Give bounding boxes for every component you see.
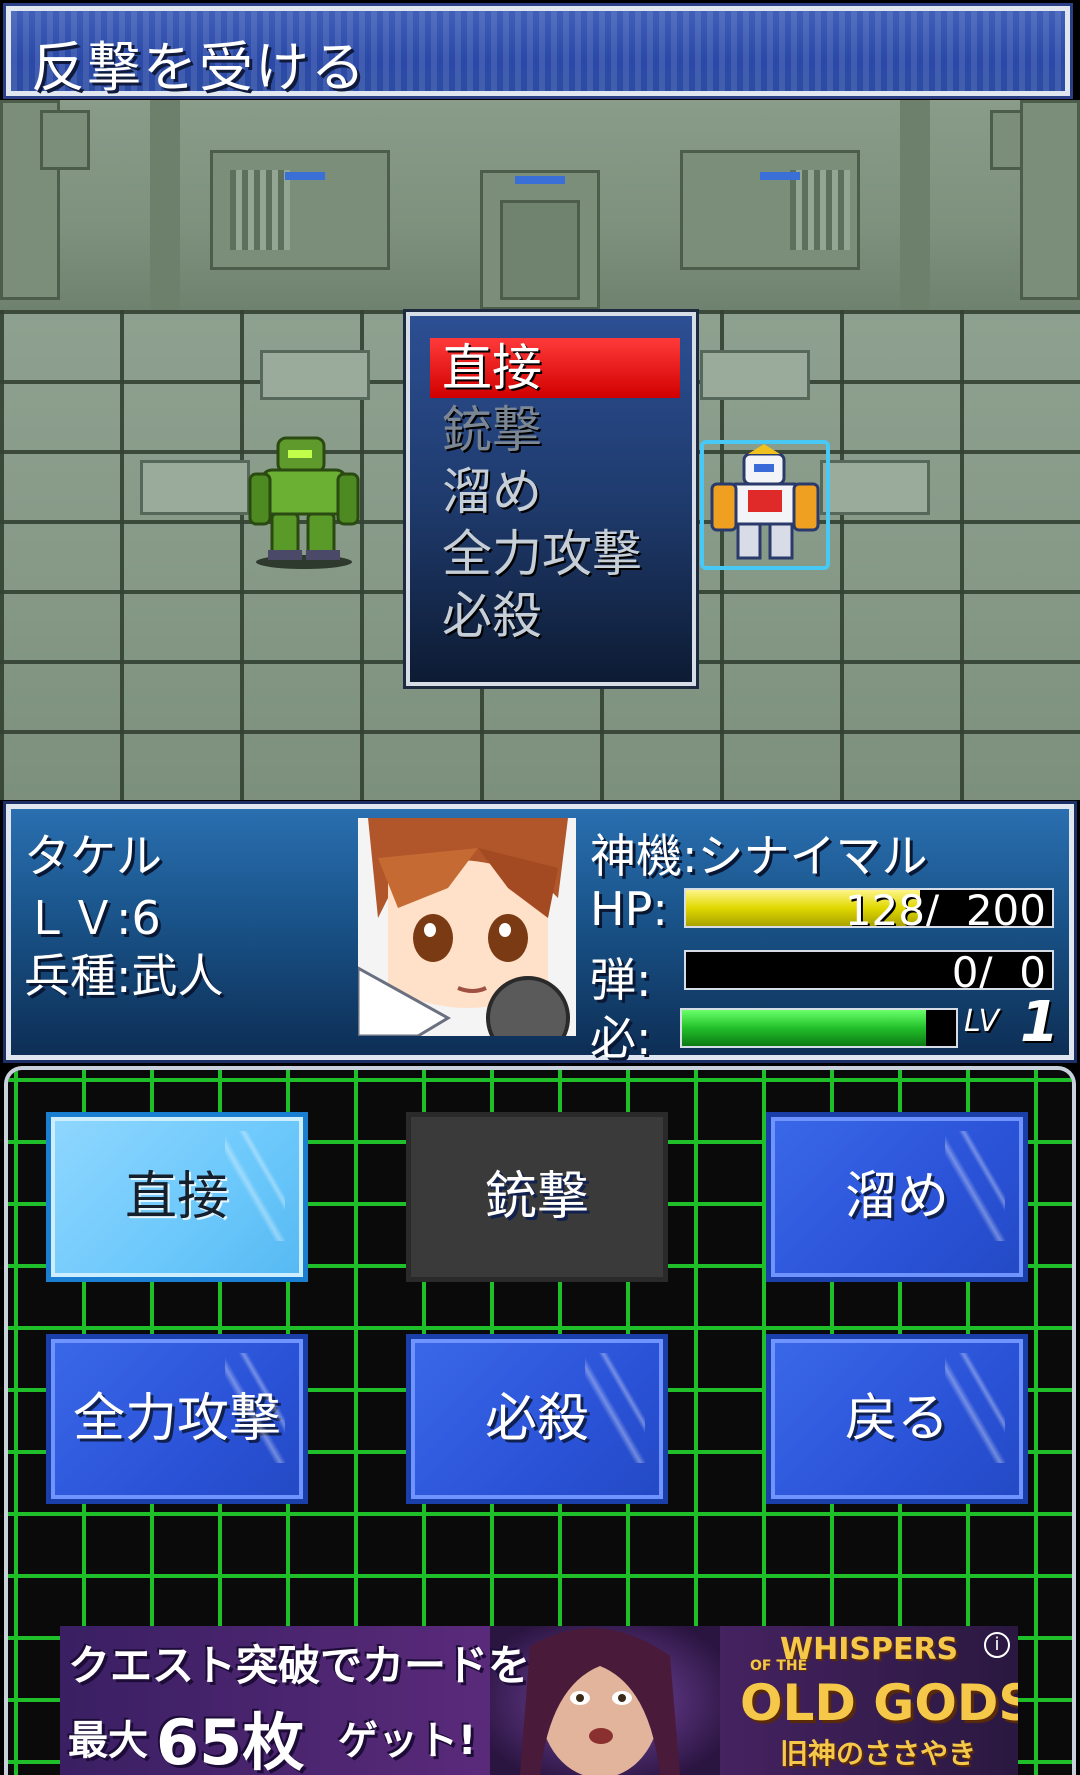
hp-label: HP: xyxy=(590,882,668,936)
title-bar: 反撃を受ける xyxy=(3,3,1073,99)
battle-title: 反撃を受ける xyxy=(31,36,367,99)
direct-attack-button[interactable]: 直接 xyxy=(46,1112,308,1282)
ad-logo-small: OF THE xyxy=(750,1658,808,1674)
full-attack-button[interactable]: 全力攻撃 xyxy=(46,1334,308,1504)
battle-command-menu: 直接 銃撃 溜め 全力攻撃 必殺 xyxy=(403,309,699,689)
player-robot-sprite xyxy=(700,440,830,570)
hp-value: 128/ 200 xyxy=(844,888,1046,928)
menu-item-full-attack[interactable]: 全力攻撃 xyxy=(430,524,680,584)
ammo-value: 0/ 0 xyxy=(951,950,1046,990)
pilot-portrait xyxy=(358,818,576,1036)
ad-info-icon[interactable]: i xyxy=(984,1632,1010,1658)
special-attack-button[interactable]: 必殺 xyxy=(406,1334,668,1504)
ad-headline: クエスト突破でカードを xyxy=(68,1641,531,1690)
ad-logo-subtitle: 旧神のささやき xyxy=(780,1737,977,1770)
charge-button[interactable]: 溜め xyxy=(766,1112,1028,1282)
ad-banner[interactable]: クエスト突破でカードを 最大 65枚 ゲット! WHISPERS OF THE … xyxy=(60,1626,1018,1775)
hp-bar: 128/ 200 xyxy=(684,888,1054,928)
menu-item-charge[interactable]: 溜め xyxy=(430,462,680,522)
ad-text-count: 65枚 xyxy=(156,1706,305,1775)
pilot-name: タケル xyxy=(24,829,162,883)
battle-scene: 直接 銃撃 溜め 全力攻撃 必殺 xyxy=(0,100,1080,800)
menu-item-direct[interactable]: 直接 xyxy=(430,338,680,398)
pilot-class: 兵種:武人 xyxy=(24,949,224,1003)
special-label: 必: xyxy=(590,1011,652,1065)
ammo-label: 弾: xyxy=(590,953,652,1007)
hangar-wall xyxy=(0,100,1080,310)
shoot-button[interactable]: 銃撃 xyxy=(406,1112,668,1282)
ammo-bar: 0/ 0 xyxy=(684,950,1054,990)
machine-name: 神機:シナイマル xyxy=(590,829,928,883)
ad-text-get: ゲット! xyxy=(338,1718,477,1764)
special-level-value: 1 xyxy=(1020,990,1059,1055)
ad-text-max: 最大 xyxy=(68,1718,148,1764)
pilot-level: ＬＶ:6 xyxy=(24,891,161,945)
enemy-robot-sprite xyxy=(248,430,360,570)
ad-logo-main: OLD GODS xyxy=(740,1674,1018,1732)
menu-item-special[interactable]: 必殺 xyxy=(430,586,680,646)
back-button[interactable]: 戻る xyxy=(766,1334,1028,1504)
special-gauge-fill xyxy=(682,1010,926,1046)
special-level-label: LV xyxy=(964,1004,1000,1039)
menu-item-shoot[interactable]: 銃撃 xyxy=(430,400,680,460)
special-gauge xyxy=(680,1008,958,1048)
